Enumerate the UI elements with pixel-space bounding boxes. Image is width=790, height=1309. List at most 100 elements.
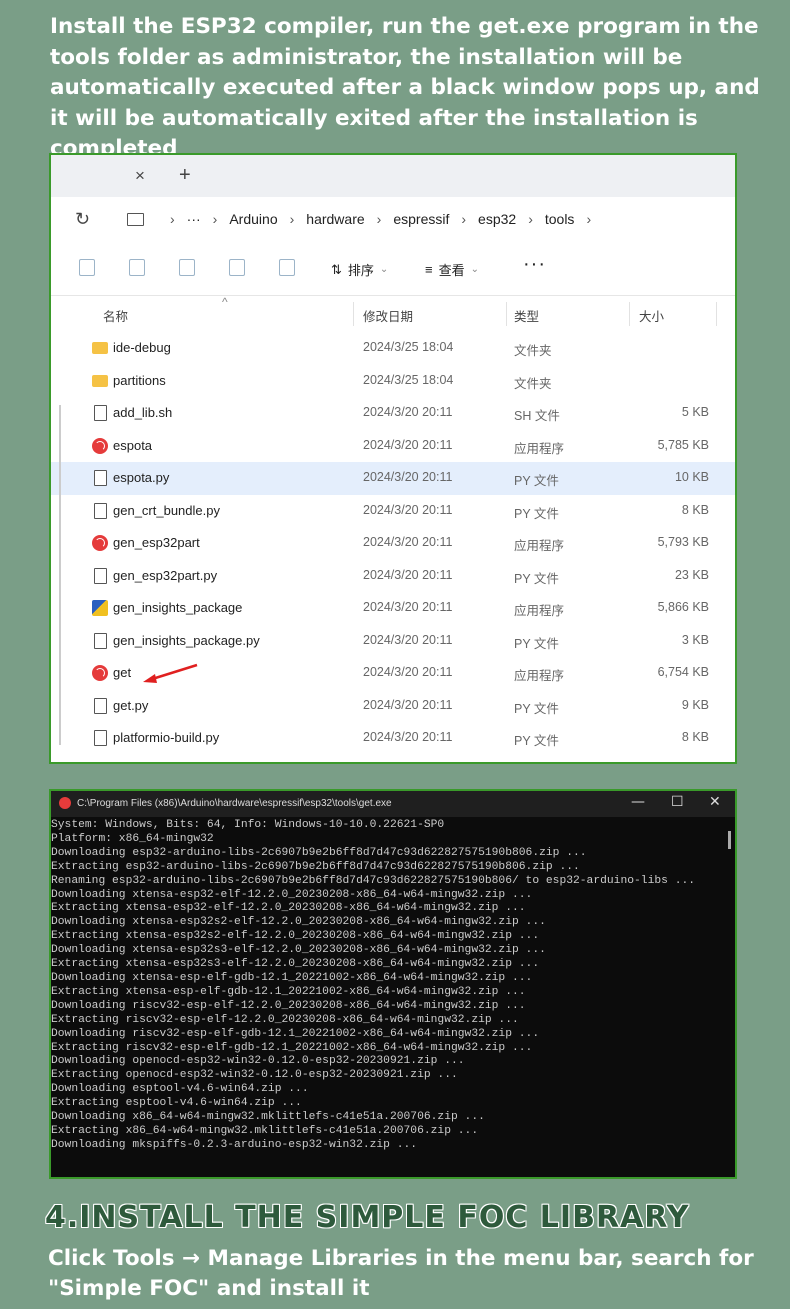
console-line: Downloading xtensa-esp32s2-elf-12.2.0_20… [51, 916, 546, 929]
chevron-down-icon: ⌄ [379, 264, 389, 275]
console-line: Extracting esptool-v4.6-win64.zip ... [51, 1097, 302, 1110]
file-name: platformio-build.py [113, 730, 220, 745]
refresh-icon[interactable]: ↻ [75, 209, 90, 230]
package-app-icon [92, 600, 108, 616]
intro-text: Install the ESP32 compiler, run the get.… [50, 14, 760, 161]
breadcrumb-item-espressif[interactable]: espressif [393, 211, 449, 227]
file-row[interactable]: gen_esp32part 2024/3/20 20:11 应用程序 5,793 KB [51, 527, 735, 560]
breadcrumb-item-hardware[interactable]: hardware [306, 211, 364, 227]
file-date: 2024/3/25 18:04 [363, 340, 454, 354]
chevron-right-icon[interactable]: › [586, 211, 591, 227]
espressif-app-icon [59, 797, 71, 809]
file-size: 6,754 KB [657, 665, 709, 679]
file-type: PY 文件 [514, 701, 559, 716]
computer-icon[interactable] [127, 212, 144, 226]
file-name: ide-debug [113, 340, 171, 355]
file-size: 23 KB [674, 567, 709, 582]
console-line: Extracting riscv32-esp-elf-12.2.0_202302… [51, 1013, 519, 1026]
column-divider[interactable] [716, 302, 717, 326]
share-icon[interactable] [229, 259, 245, 276]
breadcrumb-item-esp32[interactable]: esp32 [478, 211, 516, 227]
chevron-right-icon: › [289, 211, 295, 227]
column-header-date[interactable]: 修改日期 [363, 306, 413, 325]
folder-icon [92, 342, 108, 354]
tab-close-icon[interactable]: × [135, 166, 145, 186]
console-line: Extracting x86_64-w64-mingw32.mklittlefs… [51, 1124, 479, 1137]
file-name: get.py [113, 697, 149, 713]
file-type: 应用程序 [514, 604, 565, 618]
console-title-bar[interactable]: C:\Program Files (x86)\Arduino\hardware\… [51, 791, 735, 817]
column-divider[interactable] [353, 302, 354, 326]
file-type: PY 文件 [514, 636, 559, 651]
column-divider[interactable] [629, 302, 630, 326]
chevron-right-icon: › [528, 211, 533, 227]
nav-pane-scrollbar[interactable] [59, 405, 61, 745]
console-line: Extracting xtensa-esp32-elf-12.2.0_20230… [51, 902, 526, 915]
section-note: Click Tools → Manage Libraries in the me… [48, 1246, 754, 1301]
file-date: 2024/3/20 20:11 [363, 567, 453, 582]
breadcrumb: › ··· › Arduino › hardware › espressif ›… [127, 211, 603, 227]
delete-icon[interactable] [279, 259, 295, 276]
paste-icon[interactable] [129, 259, 145, 276]
rename-icon[interactable] [179, 259, 195, 276]
file-size: 8 KB [681, 730, 709, 744]
file-type: 应用程序 [514, 441, 565, 456]
file-size: 5,785 KB [657, 437, 709, 452]
file-type: PY 文件 [514, 571, 559, 586]
console-line: Downloading x86_64-w64-mingw32.mklittlef… [51, 1111, 485, 1124]
file-type: PY 文件 [514, 474, 559, 488]
breadcrumb-item-arduino[interactable]: Arduino [229, 211, 277, 227]
console-line: Downloading mkspiffs-0.2.3-arduino-esp32… [51, 1138, 418, 1151]
console-line: Extracting xtensa-esp-elf-gdb-12.1_20221… [51, 985, 526, 998]
file-icon [94, 697, 107, 714]
file-row[interactable]: gen_crt_bundle.py 2024/3/20 20:11 PY 文件 8 K… [51, 495, 735, 528]
file-row[interactable]: espota 2024/3/20 20:11 应用程序 5,785 KB [51, 430, 735, 463]
view-icon: ≡ [425, 262, 433, 277]
new-tab-icon[interactable]: + [179, 164, 191, 187]
console-line: Extracting openocd-esp32-win32-0.12.0-es… [51, 1069, 458, 1082]
console-line: Downloading xtensa-esp32s3-elf-12.2.0_20… [51, 944, 546, 957]
console-line: Renaming esp32-arduino-libs-2c6907b9e2b6… [51, 874, 696, 887]
chevron-right-icon: › [212, 211, 218, 227]
maximize-button[interactable]: ☐ [671, 794, 684, 810]
file-date: 2024/3/20 20:11 [363, 470, 453, 484]
console-line: Extracting riscv32-esp-elf-gdb-12.1_2022… [51, 1041, 533, 1054]
view-button[interactable]: ≡ 查看 ⌄ [425, 260, 479, 279]
file-row[interactable]: gen_insights_package.py 2024/3/20 20:11 PY… [51, 625, 735, 658]
file-row[interactable]: espota.py 2024/3/20 20:11 PY 文件 10 KB [51, 462, 735, 495]
column-header-type[interactable]: 类型 [514, 306, 539, 325]
file-icon [94, 730, 107, 746]
file-row[interactable]: ide-debug 2024/3/25 18:04 文件夹 [51, 332, 735, 365]
file-row[interactable]: partitions 2024/3/25 18:04 文件夹 [51, 365, 735, 398]
close-button[interactable]: ✕ [709, 794, 721, 810]
console-scrollbar-thumb[interactable] [728, 831, 731, 849]
minimize-button[interactable]: — [631, 794, 645, 810]
sort-ascending-icon: ^ [222, 295, 228, 309]
file-date: 2024/3/25 18:04 [363, 372, 454, 387]
console-line: Downloading xtensa-esp32-elf-12.2.0_2023… [51, 888, 533, 901]
file-size: 9 KB [681, 697, 709, 712]
breadcrumb-overflow[interactable]: ··· [187, 211, 201, 227]
console-output: System: Windows, Bits: 64, Info: Windows… [51, 817, 735, 1153]
file-type: 应用程序 [514, 539, 565, 553]
file-type: 文件夹 [514, 344, 552, 358]
file-type: 文件夹 [514, 376, 552, 391]
column-divider[interactable] [506, 302, 507, 326]
copy-icon[interactable] [79, 259, 95, 276]
console-line: Downloading esptool-v4.6-win64.zip ... [51, 1083, 309, 1096]
column-header-size[interactable]: 大小 [639, 306, 664, 325]
breadcrumb-item-tools[interactable]: tools [545, 211, 575, 227]
file-name: espota.py [113, 470, 170, 485]
file-row[interactable]: add_lib.sh 2024/3/20 20:11 SH 文件 5 KB [51, 397, 735, 430]
console-line: Platform: x86_64-mingw32 [51, 832, 214, 845]
column-header-name[interactable]: 名称 [103, 306, 128, 325]
console-line: Extracting esp32-arduino-libs-2c6907b9e2… [51, 860, 580, 873]
file-row[interactable]: gen_esp32part.py 2024/3/20 20:11 PY 文件 23 K… [51, 560, 735, 593]
file-row[interactable]: get.py 2024/3/20 20:11 PY 文件 9 KB [51, 690, 735, 723]
console-line: Downloading riscv32-esp-elf-gdb-12.1_202… [51, 1027, 540, 1040]
sort-button[interactable]: ⇅ 排序 ⌄ [331, 260, 388, 279]
file-row[interactable]: platformio-build.py 2024/3/20 20:11 PY 文件 8… [51, 722, 735, 755]
address-bar[interactable]: ↻ › ··· › Arduino › hardware › espressif… [51, 197, 735, 243]
file-row[interactable]: gen_insights_package 2024/3/20 20:11 应用程序 5… [51, 592, 735, 625]
more-options-button[interactable]: ··· [523, 253, 546, 276]
